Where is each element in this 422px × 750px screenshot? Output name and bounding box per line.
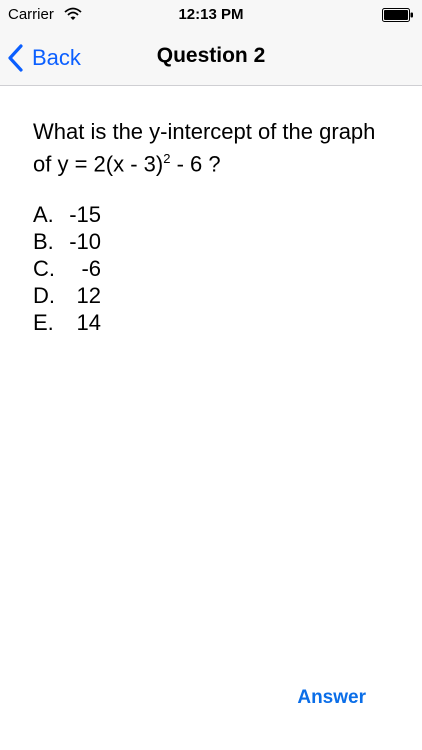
battery-icon — [382, 8, 413, 22]
choice-letter: B. — [33, 229, 54, 255]
choice-value: -15 — [69, 202, 101, 228]
page-title: Question 2 — [156, 44, 266, 67]
question-panel: What is the y-intercept of the graph of … — [33, 118, 393, 336]
choice-value: -10 — [69, 229, 101, 255]
status-time: 12:13 PM — [178, 6, 244, 23]
status-bar: Carrier 12:13 PM — [0, 0, 422, 30]
choice-a: A. -15 — [33, 201, 393, 228]
choice-letter: D. — [33, 283, 55, 309]
choice-value: -6 — [81, 256, 101, 282]
choice-letter: C. — [33, 256, 55, 282]
choice-d: D. 12 — [33, 282, 393, 309]
choice-value: 14 — [76, 310, 101, 336]
choice-c: C. -6 — [33, 255, 393, 282]
choice-list: A. -15 B. -10 C. -6 D. 12 E. 14 — [33, 201, 393, 336]
choice-letter: A. — [33, 202, 54, 228]
question-text: What is the y-intercept of the graph of … — [33, 118, 393, 177]
choice-letter: E. — [33, 310, 54, 336]
choice-value: 12 — [76, 283, 101, 309]
answer-button[interactable]: Answer — [297, 687, 366, 709]
question-text-tail: - 6 ? — [170, 151, 221, 177]
navigation-bar: Back Question 2 — [0, 30, 422, 86]
choice-e: E. 14 — [33, 309, 393, 336]
choice-b: B. -10 — [33, 228, 393, 255]
